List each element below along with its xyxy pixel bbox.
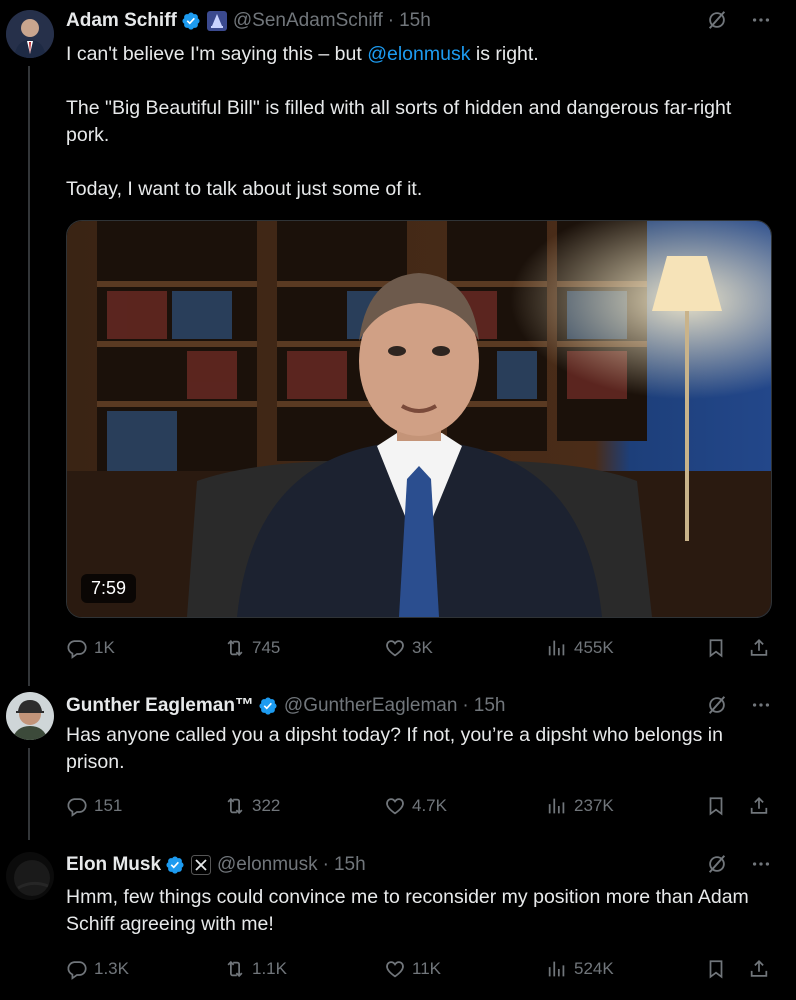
separator-dot: · (387, 10, 395, 31)
reply-count: 151 (94, 796, 123, 815)
tweet-header: Elon Musk @elonmusk · 15h (66, 853, 786, 877)
share-icon[interactable] (748, 633, 770, 663)
tweet-text: Hmm, few things could convince me to rec… (66, 886, 749, 935)
timestamp[interactable]: 15h (399, 10, 431, 32)
reply-icon (67, 640, 87, 659)
action-bar: 1K 745 3K 455K (66, 633, 772, 663)
display-name[interactable]: Adam Schiff (66, 10, 177, 32)
grok-icon[interactable] (706, 853, 728, 881)
reply-count: 1K (94, 638, 115, 657)
thread-line (28, 748, 30, 840)
timestamp[interactable]: 15h (334, 854, 366, 876)
views-icon (548, 640, 565, 656)
tweet-header: Gunther Eagleman™ @GuntherEagleman · 15h (66, 694, 786, 718)
separator-dot: · (462, 695, 469, 716)
like-count: 3K (412, 638, 433, 657)
avatar[interactable] (6, 692, 54, 740)
reply-count: 1.3K (94, 959, 129, 978)
repost-icon (227, 797, 243, 815)
views-icon (548, 798, 565, 814)
repost-count: 1.1K (252, 959, 287, 978)
text-outro: is right. (470, 43, 539, 65)
repost-icon (227, 960, 243, 978)
grok-icon[interactable] (706, 9, 728, 37)
tweet-elon-musk[interactable]: Elon Musk @elonmusk · 15h Hmm, few thing… (0, 840, 796, 1000)
bookmark-icon[interactable] (705, 633, 727, 663)
like-button[interactable]: 3K (384, 633, 433, 663)
views-count: 455K (574, 638, 614, 657)
tweet-text: Has anyone called you a dipsht today? If… (66, 724, 723, 773)
action-bar: 151 322 4.7K 237K (66, 791, 772, 821)
separator-dot: · (322, 854, 329, 875)
repost-count: 322 (252, 796, 281, 815)
like-count: 11K (412, 959, 441, 978)
bookmark-icon[interactable] (705, 791, 727, 821)
thread-line (28, 66, 30, 686)
share-icon[interactable] (748, 791, 770, 821)
bookmark-icon[interactable] (705, 954, 727, 984)
views-count: 237K (574, 796, 614, 815)
views-count: 524K (574, 959, 614, 978)
reply-button[interactable]: 1.3K (66, 954, 129, 984)
mention-link[interactable]: @elonmusk (367, 43, 470, 65)
views-button[interactable]: 524K (546, 954, 614, 984)
text-intro: I can't believe I'm saying this – but (66, 43, 368, 65)
x-logo-icon[interactable] (191, 855, 212, 875)
video-thumbnail (67, 221, 771, 617)
government-badge-icon[interactable] (206, 11, 227, 31)
repost-button[interactable]: 745 (224, 633, 280, 663)
views-button[interactable]: 455K (546, 633, 614, 663)
timestamp[interactable]: 15h (474, 695, 506, 717)
reply-button[interactable]: 151 (66, 791, 122, 821)
like-icon (386, 640, 404, 657)
action-bar: 1.3K 1.1K 11K 524K (66, 954, 772, 984)
tweet-adam-schiff[interactable]: Adam Schiff @SenAdamSchiff · 15h I can't… (0, 0, 796, 686)
repost-count: 745 (252, 638, 281, 657)
more-icon[interactable] (750, 853, 772, 881)
tweet-text: I can't believe I'm saying this – but @e… (66, 41, 776, 203)
verified-badge-icon[interactable] (258, 696, 278, 716)
reply-icon (67, 961, 87, 980)
grok-icon[interactable] (706, 694, 728, 722)
share-icon[interactable] (748, 954, 770, 984)
verified-badge-icon[interactable] (181, 11, 201, 31)
repost-button[interactable]: 322 (224, 791, 280, 821)
like-count: 4.7K (412, 796, 447, 815)
repost-icon (227, 639, 243, 657)
tweet-gunther-eagleman[interactable]: Gunther Eagleman™ @GuntherEagleman · 15h… (0, 680, 796, 840)
like-icon (386, 961, 404, 978)
like-button[interactable]: 4.7K (384, 791, 447, 821)
reply-button[interactable]: 1K (66, 633, 115, 663)
handle[interactable]: @SenAdamSchiff (233, 10, 383, 32)
more-icon[interactable] (750, 9, 772, 37)
handle[interactable]: @GuntherEagleman (284, 695, 458, 717)
handle[interactable]: @elonmusk (217, 854, 318, 876)
verified-badge-icon[interactable] (165, 855, 185, 875)
repost-button[interactable]: 1.1K (224, 954, 287, 984)
views-icon (548, 961, 565, 977)
views-button[interactable]: 237K (546, 791, 614, 821)
video-duration: 7:59 (81, 574, 137, 603)
text-paragraph-2: The "Big Beautiful Bill" is filled with … (66, 97, 732, 146)
avatar[interactable] (6, 852, 54, 900)
like-button[interactable]: 11K (384, 954, 441, 984)
text-paragraph-3: Today, I want to talk about just some of… (66, 178, 423, 200)
tweet-header: Adam Schiff @SenAdamSchiff · 15h (66, 9, 786, 33)
more-icon[interactable] (750, 694, 772, 722)
video-player[interactable]: 7:59 (66, 220, 772, 618)
like-icon (386, 798, 404, 815)
display-name[interactable]: Gunther Eagleman™ (66, 695, 254, 717)
avatar[interactable] (6, 10, 54, 58)
display-name[interactable]: Elon Musk (66, 854, 161, 876)
reply-icon (67, 798, 87, 817)
